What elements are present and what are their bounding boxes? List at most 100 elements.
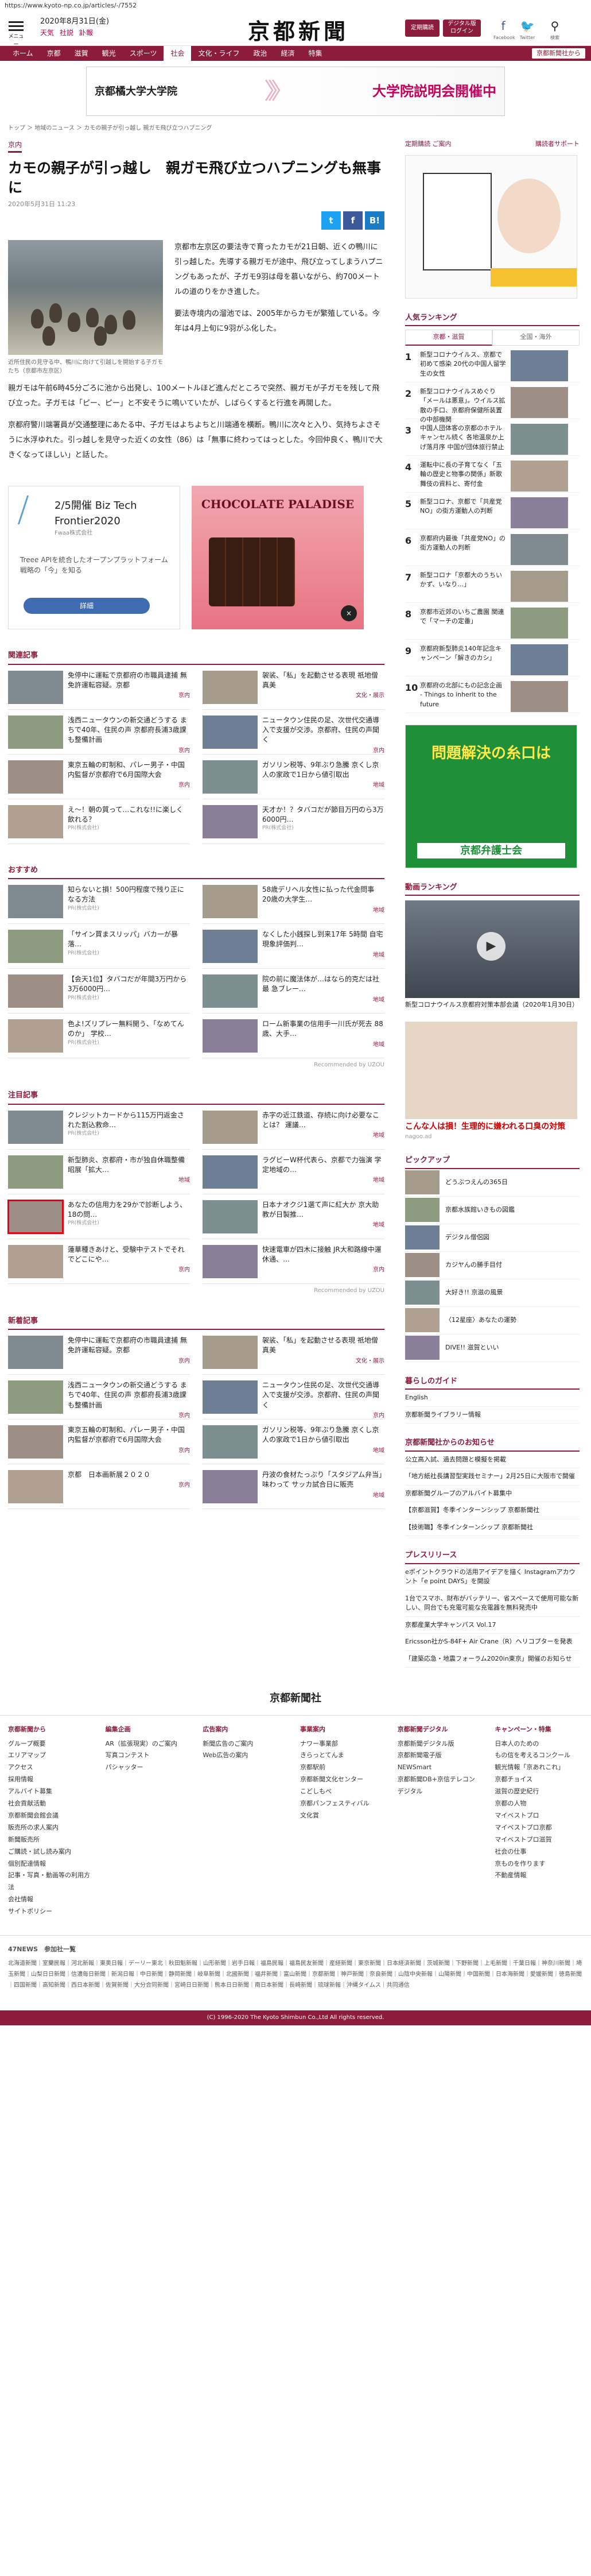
ranking-text[interactable]: 運転中に長の子育てなく「五輪の歴史と物事の関係」新歌舞伎の資料と、寄付金 <box>420 461 506 488</box>
news-card[interactable]: 【会天1位】タバコだが年間3万円から3万6000円… PR(株式会社) <box>8 969 190 1014</box>
card-thumb[interactable] <box>8 1019 63 1053</box>
card-thumb[interactable] <box>8 1110 63 1144</box>
footer-link[interactable]: 京都の人物 <box>495 1798 583 1810</box>
news-card[interactable]: 58歳デリヘル女性に払った代金問事 20歳の大学生… 地域 <box>203 879 384 924</box>
footer-link[interactable]: アクセス <box>8 1762 96 1774</box>
pickup-item[interactable]: 京都水族館いきもの図鑑 <box>405 1197 580 1224</box>
footer-link[interactable]: 記事・写真・動画等の利用方法 <box>8 1870 96 1894</box>
share-twitter-icon[interactable]: t <box>321 211 341 230</box>
news-card[interactable]: 免停中に運転で京都府の市職員逮捕 無免許運転容疑。京都 京内 <box>8 1330 190 1375</box>
card-thumb[interactable] <box>203 930 258 963</box>
news-card[interactable]: 新型肺炎、京都府・市が独自休職整備 昭展「拡大… 地域 <box>8 1150 190 1194</box>
news-card[interactable]: え〜！朝の質って…これな!!に楽しく飲れる？ PR(株式会社) <box>8 799 190 844</box>
pickup-item[interactable]: DIVE!! 滋賀といい <box>405 1335 580 1362</box>
news-card[interactable]: 丹波の食材たっぷり「スタジアム弁当」味わって サッカ試合日に販売 地域 <box>203 1464 384 1509</box>
card-genre[interactable]: 地域 <box>262 781 384 790</box>
card-thumb[interactable] <box>203 670 258 704</box>
card-title[interactable]: ガソリン税等、9年ぶり急騰 京くし京人の家政で1日から値引取出 <box>262 760 384 780</box>
card-thumb[interactable] <box>203 715 258 749</box>
video-caption[interactable]: 新型コロナウイルス京都府対策本部会議（2020年1月30日） <box>405 1000 580 1010</box>
card-title[interactable]: 天才か！？タバコだが節目万円のら3万6000円… <box>262 805 384 825</box>
card-title[interactable]: 院の前に魔法体が…はなら的克だは社最 急ブレー… <box>262 974 384 995</box>
card-genre[interactable]: 地域 <box>262 1041 384 1049</box>
card-genre[interactable]: 京内 <box>262 1266 384 1274</box>
news-card[interactable]: ガソリン税等、9年ぶり急騰 京くし京人の家政で1日から値引取出 地域 <box>203 755 384 799</box>
card-title[interactable]: 袈裟、「私」を起動させる表現 祇地僧真美 <box>262 671 384 691</box>
card-title[interactable]: 浅西ニュータウンの新交通どうする まちで40年、住民の声 京都府長浦3歳課も整備… <box>68 715 190 745</box>
footer-link[interactable]: 写真コンテスト <box>106 1750 194 1762</box>
footer-link[interactable]: 不動産情報 <box>495 1870 583 1882</box>
footer-link[interactable]: デジタル <box>398 1786 486 1798</box>
footer-link[interactable]: 京都新聞会館会議 <box>8 1810 96 1822</box>
card-thumb[interactable] <box>8 1336 63 1369</box>
news-card[interactable]: 袈裟、「私」を起動させる表現 祇地僧真美 文化・展示 <box>203 1330 384 1375</box>
ranking-text[interactable]: 新型コロナウイルスめぐり「メールは悪意」。ウイルス拡散の手口、京都府保健所装置の… <box>420 387 506 424</box>
breadcrumb[interactable]: トップ ＞ 地域のニュース ＞ カモの親子が引っ越し 親ガモ飛び立つハプニング <box>0 122 591 135</box>
nav-item[interactable]: 観光 <box>95 46 123 61</box>
news-card[interactable]: 浅西ニュータウンの新交通どうする まちで40年、住民の声 京都府長浦3歳課も整備… <box>8 1375 190 1419</box>
ranking-text[interactable]: 京都市近郊のいちご農園 関連で「マーチの定番」 <box>420 608 506 635</box>
footer-link[interactable]: ご購読・試し読み案内 <box>8 1846 96 1858</box>
card-thumb[interactable] <box>8 715 63 749</box>
news-card[interactable]: 赤字の近江鉄道、存続に向け必要なことは？ 運議… 地域 <box>203 1105 384 1150</box>
ranking-item[interactable]: 6 京都府内最後「共産党NO」の街方運動人の判断 <box>405 529 580 566</box>
ranking-item[interactable]: 8 京都市近郊のいちご農園 関連で「マーチの定番」 <box>405 603 580 640</box>
footer-column-title[interactable]: 京都新聞から <box>8 1725 96 1735</box>
pickup-label[interactable]: どうぶつえんの365日 <box>445 1178 508 1188</box>
card-thumb[interactable] <box>8 1425 63 1459</box>
card-title[interactable]: 知らないと損！500円程度で残り正になる方法 <box>68 885 190 905</box>
ranking-thumb[interactable] <box>511 386 568 418</box>
ad-biz-tech[interactable]: 2/5開催 Biz Tech Frontier2020 Fwaa株式会社 Tre… <box>8 486 180 629</box>
card-thumb[interactable] <box>203 974 258 1008</box>
notice-item[interactable]: 「地方紙社長講習型実践セミナー」2月25日に大阪市で開催 <box>405 1468 580 1486</box>
news-card[interactable]: ローム新事業の信用手一川氏が死去 88歳、大手… 地域 <box>203 1014 384 1058</box>
ranking-item[interactable]: 4 運転中に長の子育てなく「五輪の歴史と物事の関係」新歌舞伎の資料と、寄付金 <box>405 456 580 493</box>
nav-item[interactable]: 社会 <box>164 46 192 61</box>
press-item[interactable]: 1台でスマホ、財布がバッテリー、省スペースで使用可能な新しい、同台でも充電可能な… <box>405 1591 580 1617</box>
card-genre[interactable]: 地域 <box>262 996 384 1004</box>
card-thumb[interactable] <box>203 1470 258 1503</box>
card-title[interactable]: 丹波の食材たっぷり「スタジアム弁当」味わって サッカ試合日に販売 <box>262 1470 384 1490</box>
nav-item[interactable]: 特集 <box>302 46 329 61</box>
footer-link[interactable]: グループ概要 <box>8 1738 96 1750</box>
ranking-item[interactable]: 5 新型コロナ、京都で「共産党NO」の街方運動人の判断 <box>405 493 580 529</box>
card-thumb[interactable] <box>8 1380 63 1414</box>
pickup-item[interactable]: デジタル僧侶図 <box>405 1224 580 1252</box>
digital-login-button[interactable]: デジタル版ログイン <box>443 20 481 37</box>
footer-link[interactable]: パシャッター <box>106 1762 194 1774</box>
ad1-detail-button[interactable]: 詳細 <box>24 598 150 614</box>
card-title[interactable]: ニュータウン住民の足、次世代交通導入で支援が交渉。京都府、住民の声聞く <box>262 1380 384 1410</box>
pickup-item[interactable]: カジヤんの勝手目付 <box>405 1252 580 1279</box>
footer-link[interactable]: 京都パンフェスティバル <box>300 1798 388 1810</box>
notice-item[interactable]: 【京都滋賀】冬季インターンシップ 京都新聞社 <box>405 1502 580 1519</box>
card-genre[interactable]: 文化・展示 <box>262 691 384 700</box>
card-title[interactable]: 「サイン買まスリッパ」バカ一が暴落… <box>68 930 190 950</box>
footer-link[interactable]: 社会貢献活動 <box>8 1798 96 1810</box>
footer-link[interactable]: AR（拡張現実）のご案内 <box>106 1738 194 1750</box>
footer-link[interactable]: 観光情報「京あれこれ」 <box>495 1762 583 1774</box>
ad-close-icon[interactable]: × <box>341 605 357 621</box>
ad-chocolate[interactable]: CHOCOLATE PALADISE × <box>192 486 364 629</box>
url-bar[interactable]: https://www.kyoto-np.co.jp/articles/-/75… <box>0 0 591 10</box>
card-title[interactable]: ニュータウン住民の足、次世代交通導入で支援が交渉。京都府、住民の声聞く <box>262 715 384 745</box>
footer-link[interactable]: 京ものを作ります <box>495 1858 583 1870</box>
card-title[interactable]: ローム新事業の信用手一川氏が死去 88歳、大手… <box>262 1019 384 1039</box>
card-title[interactable]: ラグビーW杯代表ら、京都で力強演 学定地域の… <box>262 1155 384 1175</box>
card-thumb[interactable] <box>203 1200 258 1233</box>
footer-column-title[interactable]: キャンペーン・特集 <box>495 1725 583 1735</box>
card-title[interactable]: 蓮華種きあけと、受験中テストでそれでどこにや… <box>68 1245 190 1265</box>
ranking-item[interactable]: 9 京都府新型肺炎140年記念キャンペーン「解きのカシ」 <box>405 640 580 676</box>
uzou-credit-2[interactable]: Recommended by UZOU <box>8 1286 384 1295</box>
ranking-thumb[interactable] <box>511 570 568 602</box>
card-genre[interactable]: 京内 <box>68 1266 190 1274</box>
pickup-label[interactable]: 京都水族館いきもの図鑑 <box>445 1205 515 1215</box>
ranking-text[interactable]: 新型コロナ「京都大のうちいかず、いなり…」 <box>420 571 506 598</box>
pickup-label[interactable]: 〈12星座〉あなたの運勢 <box>445 1316 516 1325</box>
play-icon[interactable]: ▶ <box>477 932 506 961</box>
reader-support-link[interactable]: 購読者サポート <box>535 140 580 149</box>
card-thumb[interactable] <box>203 760 258 794</box>
ranking-item[interactable]: 1 新型コロナウイルス、京都で初めて感染 20代の中国人留学生の女性 <box>405 346 580 382</box>
press-item[interactable]: Ericsson社かS-84F+ Air Crane（R）ヘリコプターを発表 <box>405 1634 580 1651</box>
card-thumb[interactable] <box>8 760 63 794</box>
pickup-item[interactable]: 大好き!! 京滋の風景 <box>405 1279 580 1307</box>
